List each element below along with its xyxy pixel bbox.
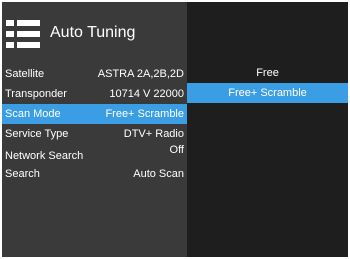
setting-value: DTV+ Radio: [123, 128, 184, 140]
setting-value: 10714 V 22000: [109, 88, 184, 100]
setting-label: Search: [5, 168, 40, 180]
tv-screen: Auto Tuning Satellite ASTRA 2A,2B,2D Tra…: [2, 2, 348, 257]
setting-value: ASTRA 2A,2B,2D: [97, 68, 184, 80]
setting-row-search[interactable]: Search Auto Scan: [2, 164, 187, 184]
scan-mode-options-panel: Free Free+ Scramble: [187, 2, 348, 257]
setting-row-satellite[interactable]: Satellite ASTRA 2A,2B,2D: [2, 64, 187, 84]
setting-row-transponder[interactable]: Transponder 10714 V 22000: [2, 84, 187, 104]
option-free[interactable]: Free: [187, 63, 348, 83]
settings-panel: Auto Tuning Satellite ASTRA 2A,2B,2D Tra…: [2, 2, 187, 257]
setting-label: Transponder: [5, 88, 67, 100]
option-list: Free Free+ Scramble: [187, 63, 348, 103]
setting-label: Network Search: [5, 150, 84, 162]
setting-label: Scan Mode: [5, 108, 61, 120]
setting-label: Satellite: [5, 68, 45, 80]
setting-row-scan-mode[interactable]: Scan Mode Free+ Scramble: [2, 104, 187, 124]
setting-row-network-search[interactable]: Network Search Off: [2, 144, 187, 164]
setting-value: Free+ Scramble: [105, 108, 184, 120]
setting-label: Service Type: [5, 128, 69, 140]
setting-value: Auto Scan: [133, 168, 184, 180]
option-free-scramble[interactable]: Free+ Scramble: [187, 83, 348, 103]
settings-list: Satellite ASTRA 2A,2B,2D Transponder 107…: [2, 64, 187, 184]
setting-value: Off: [169, 144, 184, 156]
setting-row-service-type[interactable]: Service Type DTV+ Radio: [2, 124, 187, 144]
list-menu-icon: [6, 20, 40, 48]
menu-header: Auto Tuning: [2, 2, 187, 58]
page-title: Auto Tuning: [50, 24, 136, 41]
